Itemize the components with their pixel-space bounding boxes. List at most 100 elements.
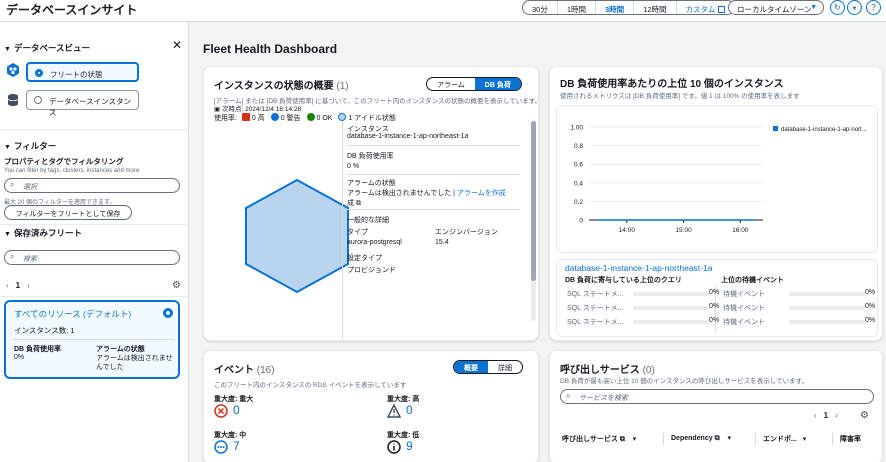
query-row-value: 0%: [709, 289, 720, 296]
saved-fleets-heading[interactable]: ▼ 保存済みフリート: [4, 227, 82, 239]
y-tick-label: 0.8: [574, 143, 583, 150]
radio-selected-icon[interactable]: [163, 308, 173, 318]
time-range-3h[interactable]: 3時間: [596, 1, 635, 14]
overview-toggle: アラーム DB 負荷: [426, 77, 522, 91]
refresh-options-button[interactable]: ▼: [847, 0, 862, 15]
time-range-1h[interactable]: 1時間: [558, 1, 597, 14]
event-critical-count[interactable]: 0: [233, 403, 240, 417]
toggle-db-load[interactable]: DB 負荷: [474, 78, 521, 90]
app-title: データベースインサイト: [6, 3, 138, 17]
legend-ok: 0 OK: [306, 113, 332, 122]
col-dependency[interactable]: Dependency ⧉ ▾: [671, 434, 731, 443]
fleet-card-default[interactable]: すべてのリソース (デフォルト) インスタンス数: 1 DB 負荷使用率 0% …: [4, 300, 180, 379]
divider: [0, 296, 188, 297]
x-tick-label: 16:00: [732, 227, 749, 234]
radio-selected-icon: [35, 69, 43, 77]
service-search-input[interactable]: ⌕ サービスを検索: [560, 389, 874, 404]
top10-panel: DB 負荷使用率あたりの上位 10 個のインスタンス 使用されるメトリクスは […: [549, 66, 883, 341]
fleet-card-title[interactable]: すべてのリソース (デフォルト): [14, 308, 131, 320]
event-medium-count[interactable]: 7: [233, 439, 240, 453]
wait-row-value: 0%: [865, 289, 876, 296]
help-button[interactable]: ?: [866, 0, 881, 15]
close-icon[interactable]: ✕: [172, 38, 182, 52]
settings-gear-icon[interactable]: ⚙: [860, 410, 869, 421]
toggle-detail[interactable]: 詳細: [488, 361, 522, 373]
services-page-number[interactable]: 1: [824, 411, 828, 420]
settings-gear-icon[interactable]: ⚙: [172, 280, 181, 291]
detail-config-value: プロビジョンド: [347, 267, 396, 274]
toggle-summary[interactable]: 概要: [454, 361, 488, 373]
chevron-left-icon[interactable]: ‹: [814, 411, 817, 420]
triangle-down-icon: ▼: [4, 46, 11, 53]
events-title-label: イベント: [214, 365, 254, 376]
wait-row-label[interactable]: 待機イベント: [723, 303, 765, 313]
view-option-fleet-health[interactable]: フリートの状態: [26, 62, 139, 82]
time-range-custom[interactable]: カスタム: [677, 1, 734, 14]
create-alarm-link[interactable]: アラームを作成: [457, 190, 506, 197]
chevron-right-icon[interactable]: ›: [27, 281, 30, 290]
detail-config-label: 設定タイプ: [347, 255, 382, 262]
save-filter-button[interactable]: フィルターをフリートとして保存: [4, 205, 132, 220]
sidebar: ▼ データベースビュー ✕ フリートの状態 データベースインスタンス ▼ フィルター…: [0, 22, 189, 462]
refresh-icon: ↻: [834, 3, 841, 12]
top10-title: DB 負荷使用率あたりの上位 10 個のインスタンス: [560, 79, 784, 90]
top10-chart-container: 1.00 0.8 0.6 0.4 0.2 0 14:00 15:00 16:00 database…: [556, 105, 878, 253]
time-range-30m[interactable]: 30分: [523, 1, 558, 14]
event-high-count[interactable]: 0: [406, 403, 413, 417]
page-number[interactable]: 1: [16, 281, 20, 290]
col-calling-service[interactable]: 呼び出しサービス ⧉ ▾: [562, 434, 636, 444]
saved-fleets-heading-label: 保存済みフリート: [13, 228, 82, 238]
legend-warning-label: 0 警告: [280, 115, 301, 122]
y-tick-label: 0.4: [574, 180, 583, 187]
chevron-left-icon[interactable]: ‹: [6, 281, 9, 290]
triangle-down-icon: ▼: [4, 144, 11, 151]
detail-scrollbar[interactable]: [531, 121, 536, 321]
services-title: 呼び出しサービス (0): [560, 361, 655, 376]
instance-hexagon[interactable]: [242, 177, 352, 295]
toggle-alarm[interactable]: アラーム: [427, 78, 475, 90]
fleet-search-input[interactable]: ⌕ 検索: [4, 250, 180, 265]
instance-status-panel: インスタンスの状態の概要 (1) アラーム DB 負荷 [アラーム] または […: [203, 66, 539, 341]
detail-alarm-text: アラームは検出されませんでした | アラームを作成: [347, 188, 506, 198]
filter-heading[interactable]: ▼ フィルター: [4, 140, 56, 152]
sort-down-icon: ▾: [727, 435, 732, 442]
external-link-icon[interactable]: 成 ⧉: [347, 198, 361, 208]
time-range-12h[interactable]: 12時間: [634, 1, 677, 14]
scrollbar-thumb[interactable]: [531, 121, 536, 281]
col-endpoint[interactable]: エンドポ... ▾: [763, 434, 806, 444]
detail-engine-value: 15.4: [435, 239, 449, 246]
filter-input[interactable]: ⌕ 選択: [4, 178, 180, 193]
wait-row-label[interactable]: 待機イベント: [723, 289, 765, 299]
x-tick-label: 15:00: [675, 227, 692, 234]
query-row-label[interactable]: SQL ステートメ...: [567, 317, 624, 327]
query-row-label[interactable]: SQL ステートメ...: [567, 303, 624, 313]
chevron-right-icon[interactable]: ›: [835, 411, 838, 420]
timezone-select[interactable]: ローカルタイムゾーン ▼: [728, 0, 824, 15]
breakdown-instance-link[interactable]: database-1-instance-1-ap-northeast-1a: [565, 263, 712, 273]
event-low-count[interactable]: 9: [406, 439, 413, 453]
detail-instance-link[interactable]: database-1-instance-1-ap-northeast-1a: [347, 133, 468, 140]
service-search-placeholder: サービスを検索: [579, 395, 628, 402]
fleet-card-load-label: DB 負荷使用率: [14, 346, 62, 353]
db-view-heading[interactable]: ▼ データベースビュー: [4, 42, 90, 54]
search-icon: ⌕: [566, 391, 571, 400]
query-row-bar: [633, 292, 709, 296]
refresh-button[interactable]: ↻: [830, 0, 845, 15]
overview-title: インスタンスの状態の概要 (1): [214, 77, 349, 92]
hexagon-red-icon: [241, 113, 250, 121]
external-link-icon: ⧉: [714, 435, 720, 442]
calling-services-panel: 呼び出しサービス (0) DB 負荷が最も高い上位 10 個のインスタンスの呼び…: [549, 350, 883, 462]
query-row-label[interactable]: SQL ステートメ...: [567, 289, 624, 299]
caret-down-icon: ▼: [851, 6, 858, 12]
top-query-label: DB 負荷に寄与している上位のクエリ: [565, 277, 682, 284]
view-option-db-instance[interactable]: データベースインスタンス: [26, 90, 139, 117]
col-failure-rate[interactable]: 障害率: [840, 434, 861, 444]
calendar-icon: [717, 6, 725, 13]
search-icon: ⌕: [10, 180, 15, 189]
top10-line-chart: 1.00 0.8 0.6 0.4 0.2 0 14:00 15:00 16:00 database…: [570, 125, 867, 235]
wait-row-bar: [789, 306, 865, 310]
search-icon: ⌕: [10, 252, 15, 261]
wait-row-label[interactable]: 待機イベント: [723, 317, 765, 327]
detail-general-label: 一般的な詳細: [347, 217, 389, 224]
critical-x-icon: [214, 404, 228, 418]
